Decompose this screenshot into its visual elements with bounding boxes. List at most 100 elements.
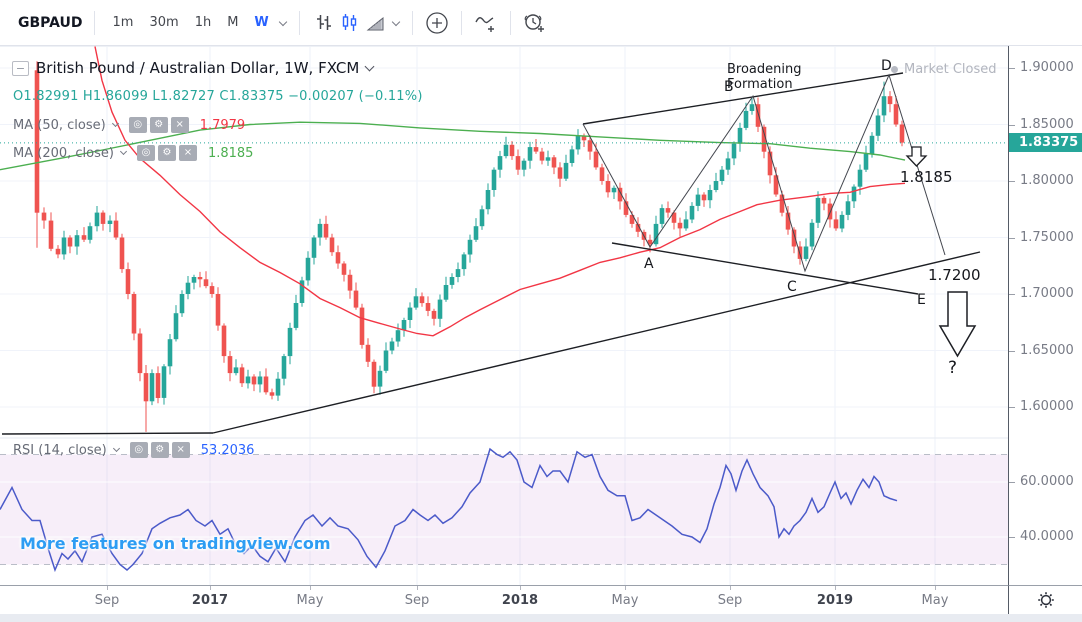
- interval-W-button[interactable]: W: [247, 11, 275, 34]
- axis-tick: [1009, 68, 1015, 69]
- axis-tick: [1009, 407, 1015, 408]
- rsi-icon-group: ◎⚙×: [130, 442, 190, 458]
- interval-chevron-down-icon[interactable]: [279, 17, 287, 25]
- ohlc-values: O1.82991 H1.86099 L1.82727 C1.83375 −0.0…: [13, 89, 423, 104]
- indicators-icon[interactable]: [473, 10, 499, 36]
- support-ascending-line[interactable]: [213, 252, 980, 433]
- interval-1h-button[interactable]: 1h: [188, 11, 219, 34]
- time-tick: [935, 586, 936, 590]
- axis-tick: [1009, 181, 1015, 182]
- axis-tick: [1009, 482, 1015, 483]
- alert-icon[interactable]: [522, 10, 548, 36]
- annotation-text-1[interactable]: 1.7200: [928, 266, 981, 284]
- time-tick: [417, 586, 418, 590]
- symbol-button[interactable]: GBPAUD: [18, 15, 83, 31]
- interval-1m-button[interactable]: 1m: [106, 11, 141, 34]
- chart-title[interactable]: British Pound / Australian Dollar, 1W, F…: [36, 59, 359, 77]
- market-status-text: Market Closed: [904, 62, 997, 77]
- axis-tick-label: 1.75000: [1020, 230, 1074, 245]
- formation-point-a[interactable]: A: [644, 256, 654, 272]
- ma50-label[interactable]: MA (50, close): [13, 118, 106, 133]
- indicator-settings-icon[interactable]: ⚙: [151, 442, 169, 458]
- bars-style-icon[interactable]: [311, 10, 337, 36]
- formation-point-b[interactable]: B: [724, 79, 734, 95]
- gear-icon: [1037, 591, 1055, 609]
- time-tick: [730, 586, 731, 590]
- time-tick-label: 2019: [817, 593, 853, 608]
- axis-tick-label: 1.80000: [1020, 173, 1074, 188]
- ma50-legend-row: MA (50, close) ◎⚙× 1.7979: [13, 117, 245, 133]
- interval-group: 1m30m1hMW: [106, 11, 276, 34]
- market-status-dot-icon: [891, 66, 898, 73]
- ma50-value: 1.7979: [200, 118, 246, 133]
- ma200-legend-row: MA (200, close) ◎⚙× 1.8185: [13, 145, 253, 161]
- abcde-zigzag-line[interactable]: [583, 75, 945, 271]
- remove-indicator-icon[interactable]: ×: [179, 145, 197, 161]
- formation-point-c[interactable]: C: [787, 279, 797, 295]
- time-tick: [210, 586, 211, 590]
- axis-tick: [1009, 351, 1015, 352]
- time-tick-label: Sep: [95, 593, 120, 608]
- remove-indicator-icon[interactable]: ×: [172, 442, 190, 458]
- time-axis[interactable]: Sep2017MaySep2018MaySep2019May: [0, 585, 1008, 614]
- axis-settings-button[interactable]: [1008, 585, 1082, 614]
- time-tick: [107, 586, 108, 590]
- time-tick: [520, 586, 521, 590]
- toolbar-separator: [510, 11, 511, 35]
- formation-point-e[interactable]: E: [917, 292, 926, 308]
- toolbar-separator: [461, 11, 462, 35]
- time-tick: [625, 586, 626, 590]
- ma50-chevron-down-icon[interactable]: [112, 120, 119, 127]
- hide-indicator-icon[interactable]: ◎: [129, 117, 147, 133]
- time-tick: [835, 586, 836, 590]
- time-tick-label: 2018: [502, 593, 538, 608]
- time-tick-label: Sep: [405, 593, 430, 608]
- tradingview-watermark-link[interactable]: More features on tradingview.com: [20, 534, 331, 553]
- rsi-legend-row: RSI (14, close) ◎⚙× 53.2036: [13, 442, 254, 458]
- support-horizontal-line[interactable]: [2, 433, 213, 434]
- interval-30m-button[interactable]: 30m: [142, 11, 185, 34]
- title-chevron-down-icon[interactable]: [365, 61, 375, 71]
- toolbar: GBPAUD 1m30m1hMW: [0, 0, 1082, 46]
- time-tick-label: May: [612, 593, 639, 608]
- axis-tick: [1009, 238, 1015, 239]
- rsi-chevron-down-icon[interactable]: [113, 445, 120, 452]
- style-chevron-down-icon[interactable]: [392, 17, 400, 25]
- indicator-settings-icon[interactable]: ⚙: [158, 145, 176, 161]
- hide-indicator-icon[interactable]: ◎: [137, 145, 155, 161]
- toolbar-separator: [94, 11, 95, 35]
- rsi-value: 53.2036: [201, 443, 255, 458]
- remove-indicator-icon[interactable]: ×: [171, 117, 189, 133]
- axis-tick-label: 1.60000: [1020, 399, 1074, 414]
- indicator-settings-icon[interactable]: ⚙: [150, 117, 168, 133]
- area-style-icon[interactable]: [363, 10, 389, 36]
- rsi-label[interactable]: RSI (14, close): [13, 443, 107, 458]
- small-down-arrow[interactable]: [907, 147, 926, 166]
- compare-add-icon[interactable]: [424, 10, 450, 36]
- ma200-value: 1.8185: [208, 146, 254, 161]
- candles-style-icon[interactable]: [337, 10, 363, 36]
- big-down-arrow[interactable]: [940, 292, 975, 356]
- axis-tick-label: 1.70000: [1020, 286, 1074, 301]
- time-tick-label: May: [922, 593, 949, 608]
- time-tick-label: Sep: [718, 593, 743, 608]
- market-status: Market Closed: [891, 62, 997, 77]
- interval-M-button[interactable]: M: [220, 11, 245, 34]
- hide-indicator-icon[interactable]: ◎: [130, 442, 148, 458]
- annotation-text-0[interactable]: 1.8185: [900, 168, 953, 186]
- tradingview-chart-app: GBPAUD 1m30m1hMW − British Pound /: [0, 0, 1082, 622]
- axis-tick-label: 40.0000: [1020, 529, 1074, 544]
- annotation-text-2[interactable]: ?: [948, 358, 957, 378]
- ma200-label[interactable]: MA (200, close): [13, 146, 114, 161]
- page-edge-strip: [0, 614, 1082, 622]
- axis-tick-label: 1.85000: [1020, 117, 1074, 132]
- broadening-formation-label[interactable]: Broadening Formation: [727, 62, 802, 92]
- collapse-pane-icon[interactable]: −: [12, 61, 29, 76]
- ma200-icon-group: ◎⚙×: [137, 145, 197, 161]
- price-axis[interactable]: 1.90000 1.85000 1.80000 1.75000 1.70000 1.650…: [1008, 46, 1082, 585]
- time-tick: [310, 586, 311, 590]
- ma200-chevron-down-icon[interactable]: [120, 148, 127, 155]
- axis-tick-label: 1.90000: [1020, 60, 1074, 75]
- axis-tick-label: 1.65000: [1020, 343, 1074, 358]
- broadening-lower-line[interactable]: [612, 243, 918, 294]
